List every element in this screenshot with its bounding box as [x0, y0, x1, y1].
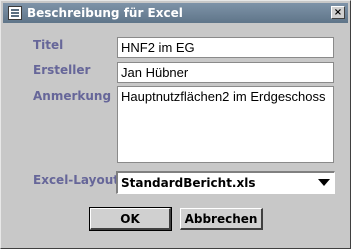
excel-layouts-label: Excel-Layouts	[33, 173, 127, 187]
ersteller-label: Ersteller	[33, 63, 91, 77]
window-title: Beschreibung für Excel	[27, 6, 183, 20]
ersteller-field[interactable]: Jan Hübner	[117, 62, 334, 83]
excel-layouts-select[interactable]: StandardBericht.xls	[116, 171, 335, 194]
dialog-window: Beschreibung für Excel × Titel HNF2 im E…	[0, 0, 351, 249]
chevron-down-icon[interactable]	[314, 174, 334, 193]
cancel-button[interactable]: Abbrechen	[180, 208, 263, 230]
title-bar[interactable]: Beschreibung für Excel ×	[3, 3, 348, 23]
anmerkung-textarea[interactable]: Hauptnutzflächen2 im Erdgeschoss	[117, 86, 334, 163]
close-button[interactable]: ×	[331, 6, 345, 19]
excel-layouts-selected: StandardBericht.xls	[121, 176, 256, 190]
ok-button[interactable]: OK	[89, 207, 172, 231]
titel-label: Titel	[33, 38, 64, 52]
anmerkung-label: Anmerkung	[33, 89, 112, 103]
titel-field[interactable]: HNF2 im EG	[117, 37, 334, 58]
document-icon	[8, 6, 22, 20]
